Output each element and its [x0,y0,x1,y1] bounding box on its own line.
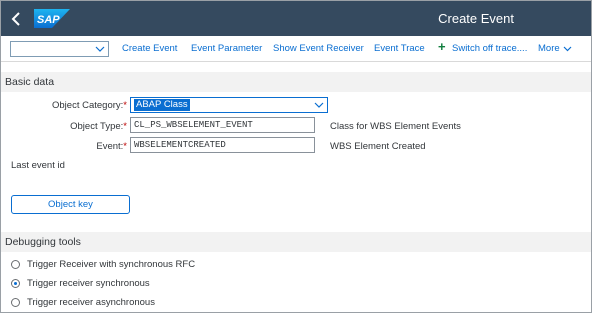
create-event-button[interactable]: Create Event [122,43,177,54]
required-marker: * [123,100,127,111]
object-type-description: Class for WBS Element Events [330,121,461,132]
event-description: WBS Element Created [330,141,426,152]
chevron-down-icon [563,46,572,52]
last-event-id-label: Last event id [11,160,65,171]
event-label-text: Event: [96,141,124,152]
switch-off-trace-button[interactable]: Switch off trace.... [452,43,527,54]
radio-button[interactable] [11,279,20,288]
object-category-select[interactable]: ABAP Class [130,97,328,113]
radio-label: Trigger Receiver with synchronous RFC [27,259,196,270]
radio-button[interactable] [11,298,20,307]
event-parameter-button[interactable]: Event Parameter [191,43,262,54]
object-category-label: Object Category:* [52,100,127,111]
more-button[interactable]: More [538,43,572,54]
variant-select[interactable] [10,41,109,57]
required-marker: * [123,141,127,152]
object-type-label-text: Object Type: [70,121,124,132]
page-title: Create Event [438,11,514,26]
object-category-value: ABAP Class [134,99,190,111]
object-type-label: Object Type:* [70,121,127,132]
event-label: Event:* [96,141,127,152]
required-marker: * [123,121,127,132]
object-category-label-text: Object Category: [52,100,124,111]
toolbar: Create Event Event Parameter Show Event … [1,36,591,62]
chevron-down-icon [95,46,105,52]
object-key-button[interactable]: Object key [11,195,130,214]
radio-label: Trigger receiver synchronous [27,278,150,289]
sap-logo[interactable]: SAP [34,9,70,28]
plus-icon: + [438,39,446,54]
event-field[interactable]: WBSELEMENTCREATED [130,137,315,153]
radio-label: Trigger receiver asynchronous [27,297,155,308]
svg-text:SAP: SAP [37,14,60,26]
chevron-down-icon [314,102,324,108]
app-window: SAP Create Event Create Event Event Para… [0,0,592,313]
object-type-field[interactable]: CL_PS_WBSELEMENT_EVENT [130,117,315,133]
radio-selected-dot [14,282,17,285]
radio-button[interactable] [11,260,20,269]
shell-bar: SAP Create Event [1,1,591,36]
event-trace-button[interactable]: Event Trace [374,43,425,54]
back-chevron-icon[interactable] [6,8,28,30]
more-label: More [538,43,560,54]
basic-data-header: Basic data [1,72,591,92]
debugging-tools-header: Debugging tools [1,232,591,252]
show-event-receiver-button[interactable]: Show Event Receiver [273,43,364,54]
